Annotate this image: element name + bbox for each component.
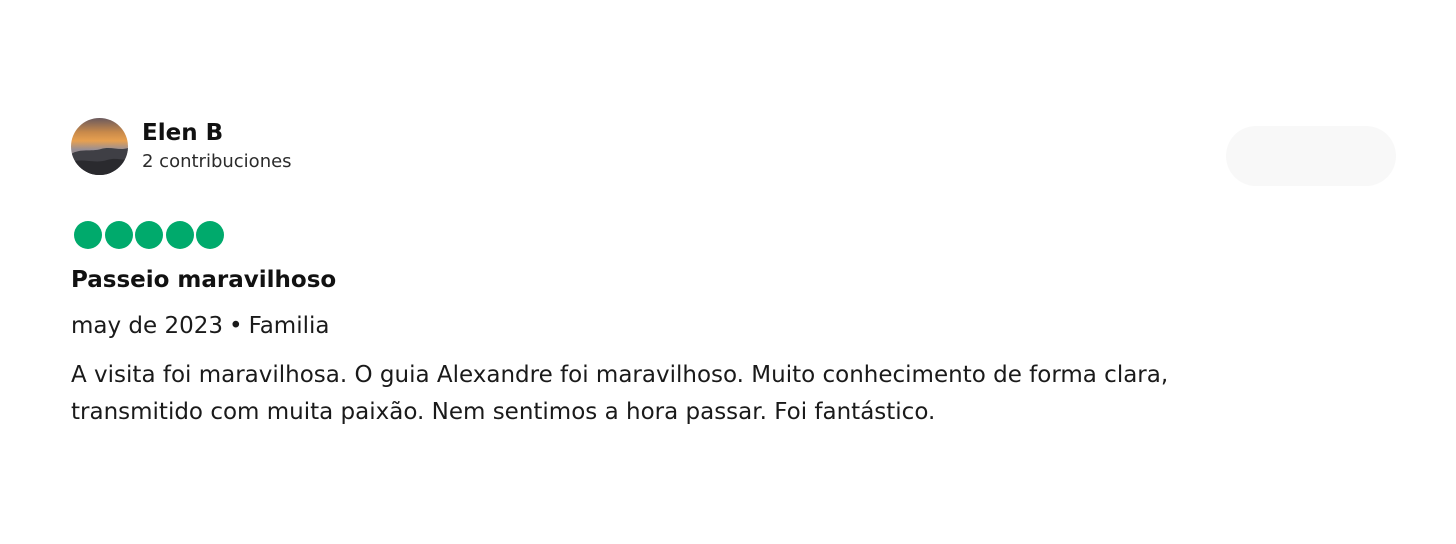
reviewer-header: Elen B 2 contribuciones <box>71 118 292 175</box>
trip-type: Familia <box>248 313 330 339</box>
rating-bubble-icon <box>165 221 194 249</box>
review-meta: may de 2023 • Familia <box>71 310 329 342</box>
review-card: Elen B 2 contribuciones Passeio maravilh… <box>0 0 1456 544</box>
review-title[interactable]: Passeio maravilhoso <box>71 264 336 296</box>
reviewer-name[interactable]: Elen B <box>142 119 292 147</box>
rating-bubble-icon <box>196 221 224 249</box>
user-info: Elen B 2 contribuciones <box>142 119 292 175</box>
review-body: A visita foi maravilhosa. O guia Alexand… <box>71 357 1371 431</box>
rating-bubble-icon <box>74 221 102 249</box>
rating-bubble-icon <box>104 221 133 249</box>
meta-separator: • <box>229 313 243 339</box>
more-options-button[interactable] <box>1226 126 1396 186</box>
avatar[interactable] <box>71 118 128 175</box>
rating-bubble-icon <box>135 221 163 249</box>
review-date: may de 2023 <box>71 313 224 339</box>
avatar-image <box>71 118 128 175</box>
review-body-line: A visita foi maravilhosa. O guia Alexand… <box>71 362 1169 388</box>
contribution-count: 2 contribuciones <box>142 150 292 172</box>
review-body-line: transmitido com muita paixão. Nem sentim… <box>71 399 936 425</box>
rating-bubbles <box>74 221 227 249</box>
